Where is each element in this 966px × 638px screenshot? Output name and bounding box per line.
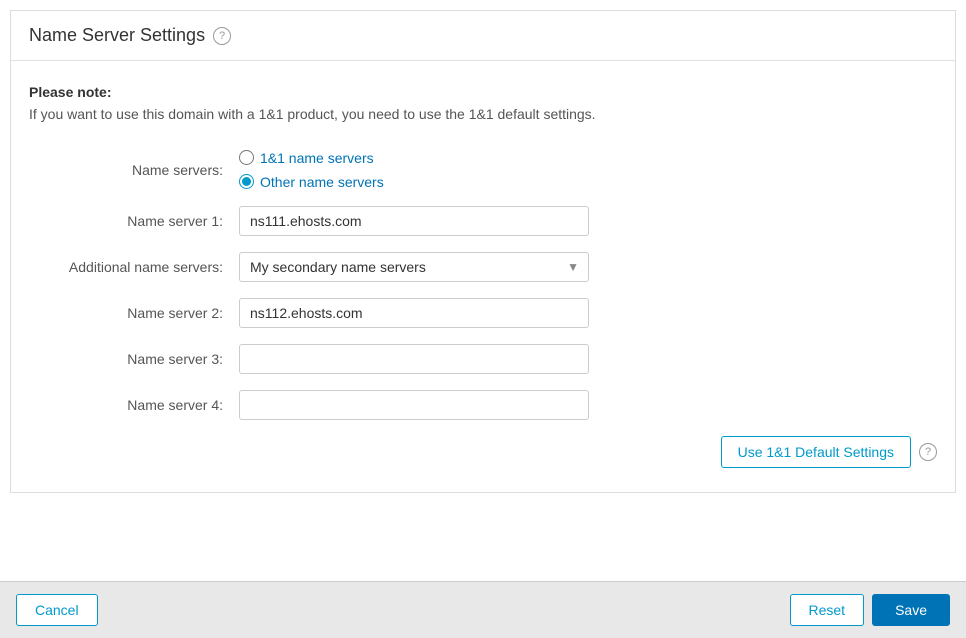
radio-1and1[interactable] <box>239 150 254 165</box>
footer-right: Reset Save <box>790 594 951 626</box>
notice-body: If you want to use this domain with a 1&… <box>29 106 596 122</box>
title-help-icon[interactable]: ? <box>213 27 231 45</box>
reset-button[interactable]: Reset <box>790 594 865 626</box>
name-server-4-label: Name server 4: <box>29 397 239 413</box>
cancel-button[interactable]: Cancel <box>16 594 98 626</box>
notice-label: Please note: <box>29 84 111 100</box>
radio-other-label: Other name servers <box>260 174 384 190</box>
radio-option-1and1[interactable]: 1&1 name servers <box>239 150 589 166</box>
name-server-2-row: Name server 2: <box>29 298 937 328</box>
radio-1and1-label: 1&1 name servers <box>260 150 374 166</box>
footer-left: Cancel <box>16 594 98 626</box>
name-servers-radio-group: 1&1 name servers Other name servers <box>239 150 589 190</box>
name-server-3-input[interactable] <box>239 344 589 374</box>
save-button[interactable]: Save <box>872 594 950 626</box>
name-server-2-label: Name server 2: <box>29 305 239 321</box>
name-server-1-label: Name server 1: <box>29 213 239 229</box>
page-title: Name Server Settings <box>29 25 205 46</box>
name-servers-label: Name servers: <box>29 162 239 178</box>
name-server-3-row: Name server 3: <box>29 344 937 374</box>
additional-name-servers-label: Additional name servers: <box>29 259 239 275</box>
name-server-4-input[interactable] <box>239 390 589 420</box>
name-servers-row: Name servers: 1&1 name servers Other nam… <box>29 150 937 190</box>
radio-other[interactable] <box>239 174 254 189</box>
notice-text: Please note: If you want to use this dom… <box>29 81 937 126</box>
name-server-4-row: Name server 4: <box>29 390 937 420</box>
use-default-button[interactable]: Use 1&1 Default Settings <box>721 436 911 468</box>
name-server-1-row: Name server 1: <box>29 206 937 236</box>
footer-bar: Cancel Reset Save <box>0 581 966 638</box>
name-server-3-label: Name server 3: <box>29 351 239 367</box>
action-row: Use 1&1 Default Settings ? <box>29 436 937 468</box>
radio-option-other[interactable]: Other name servers <box>239 174 589 190</box>
name-server-2-input[interactable] <box>239 298 589 328</box>
name-server-1-input[interactable] <box>239 206 589 236</box>
additional-name-servers-select[interactable]: My secondary name servers Custom <box>239 252 589 282</box>
additional-name-servers-wrapper: My secondary name servers Custom ▼ <box>239 252 589 282</box>
additional-name-servers-row: Additional name servers: My secondary na… <box>29 252 937 282</box>
default-help-icon[interactable]: ? <box>919 443 937 461</box>
